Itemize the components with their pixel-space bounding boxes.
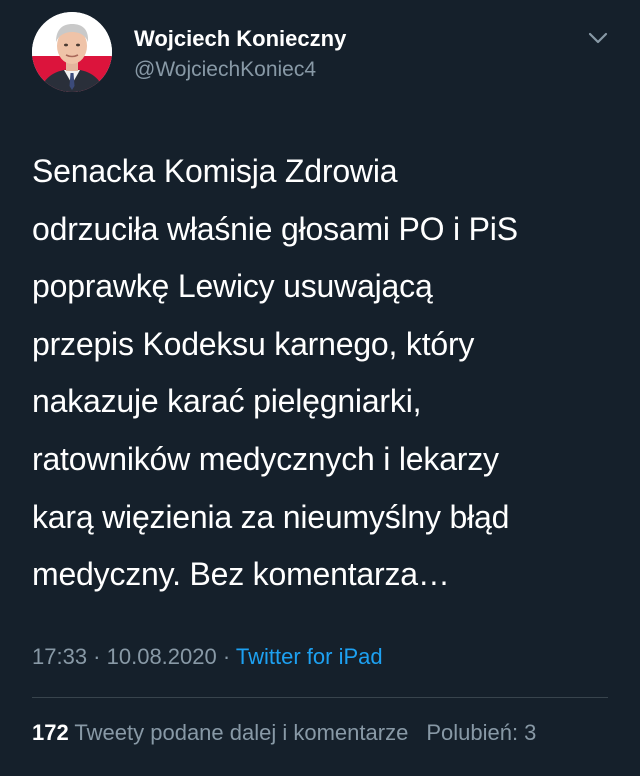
chevron-down-icon (588, 32, 608, 44)
tweet-menu-button[interactable] (582, 28, 614, 50)
tweet-detail: Wojciech Konieczny @WojciechKoniec4 Sena… (0, 0, 640, 776)
divider (32, 697, 608, 698)
meta-separator: · (216, 644, 236, 669)
likes-stat[interactable]: Polubień: 3 (426, 720, 536, 745)
tweet-time[interactable]: 17:33 (32, 644, 87, 669)
retweets-stat[interactable]: 172 Tweety podane dalej i komentarze (32, 720, 408, 745)
retweets-count: 172 (32, 720, 69, 745)
tweet-text: Senacka Komisja Zdrowia odrzuciła właśni… (32, 153, 518, 593)
meta-separator: · (87, 644, 107, 669)
avatar[interactable] (32, 12, 112, 92)
tweet-stats: 172 Tweety podane dalej i komentarze Polu… (32, 716, 640, 750)
author-handle[interactable]: @WojciechKoniec4 (134, 55, 346, 85)
author-block[interactable]: Wojciech Konieczny @WojciechKoniec4 (134, 25, 346, 85)
tweet-meta: 17:33 · 10.08.2020 · Twitter for iPad (32, 640, 383, 674)
tweet-date[interactable]: 10.08.2020 (107, 644, 217, 669)
tweet-source-link[interactable]: Twitter for iPad (236, 644, 383, 669)
profile-photo-icon (32, 12, 112, 92)
retweets-label: Tweety podane dalej i komentarze (68, 720, 409, 745)
author-display-name[interactable]: Wojciech Konieczny (134, 25, 346, 53)
